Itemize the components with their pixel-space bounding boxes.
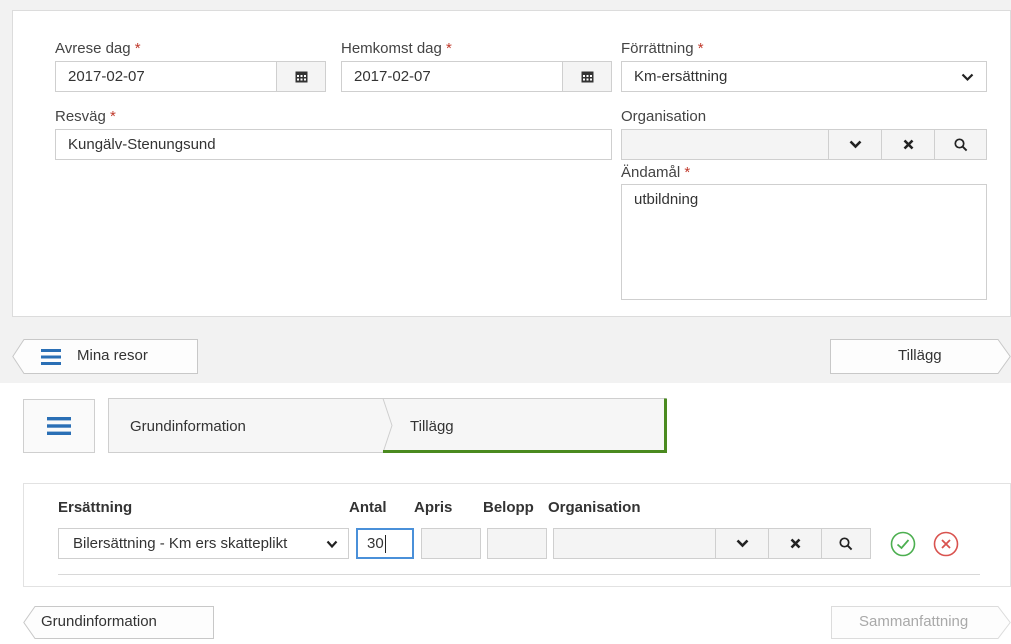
search-icon bbox=[839, 536, 853, 550]
header-compensation: Ersättning bbox=[58, 499, 133, 516]
search-icon bbox=[953, 137, 967, 151]
row-organisation-search-button[interactable] bbox=[821, 528, 871, 559]
required-marker: * bbox=[134, 40, 141, 57]
departure-date-input[interactable]: 2017-02-07 bbox=[55, 61, 277, 92]
sammanfattning-next-label: Sammanfattning bbox=[859, 613, 969, 630]
calendar-icon bbox=[295, 71, 307, 83]
header-amount: Belopp bbox=[483, 499, 534, 516]
required-marker: * bbox=[697, 40, 704, 57]
wizard-menu-button[interactable] bbox=[23, 399, 95, 453]
return-calendar-button[interactable] bbox=[562, 61, 612, 92]
cancel-circle-icon[interactable] bbox=[933, 531, 959, 557]
wizard-step-tillagg[interactable]: Tillägg bbox=[410, 418, 454, 435]
chevron-down-icon bbox=[326, 540, 338, 549]
return-date-input[interactable]: 2017-02-07 bbox=[341, 61, 563, 92]
departure-calendar-button[interactable] bbox=[276, 61, 326, 92]
route-input[interactable]: Kungälv-Stenungsund bbox=[55, 129, 612, 160]
purpose-label: Ändamål * bbox=[621, 164, 690, 181]
errand-select-value: Km-ersättning bbox=[634, 68, 728, 85]
organisation-input[interactable] bbox=[621, 129, 829, 160]
errand-label: Förrättning * bbox=[621, 40, 704, 57]
return-label-text: Hemkomst dag bbox=[341, 40, 442, 57]
chevron-down-icon bbox=[849, 140, 861, 149]
sammanfattning-next-button[interactable]: Sammanfattning bbox=[831, 606, 1011, 639]
quantity-input[interactable]: 30 bbox=[356, 528, 414, 559]
route-label: Resväg * bbox=[55, 108, 116, 125]
quantity-value: 30 bbox=[367, 535, 384, 552]
row-divider bbox=[58, 574, 980, 575]
menu-icon bbox=[41, 349, 61, 365]
mina-resor-label: Mina resor bbox=[77, 347, 148, 364]
organisation-label-text: Organisation bbox=[621, 108, 707, 125]
departure-label: Avrese dag * bbox=[55, 40, 141, 57]
chevron-down-icon bbox=[961, 73, 974, 82]
organisation-label: Organisation bbox=[621, 108, 706, 125]
row-organisation-dropdown-button[interactable] bbox=[715, 528, 769, 559]
organisation-clear-button[interactable] bbox=[881, 129, 935, 160]
return-label: Hemkomst dag * bbox=[341, 40, 452, 57]
row-organisation-input[interactable] bbox=[553, 528, 716, 559]
header-organisation: Organisation bbox=[548, 499, 641, 516]
purpose-textarea[interactable]: utbildning bbox=[621, 184, 987, 300]
organisation-dropdown-button[interactable] bbox=[828, 129, 882, 160]
route-label-text: Resväg bbox=[55, 108, 106, 125]
header-quantity: Antal bbox=[349, 499, 387, 516]
amount-input[interactable] bbox=[487, 528, 547, 559]
errand-label-text: Förrättning bbox=[621, 40, 694, 57]
return-date-value: 2017-02-07 bbox=[354, 68, 431, 85]
route-value: Kungälv-Stenungsund bbox=[68, 136, 216, 153]
required-marker: * bbox=[446, 40, 452, 57]
header-unit-price: Apris bbox=[414, 499, 453, 516]
organisation-search-button[interactable] bbox=[934, 129, 987, 160]
clear-icon bbox=[790, 538, 800, 549]
errand-select[interactable]: Km-ersättning bbox=[621, 61, 987, 92]
wizard-step-grundinformation[interactable]: Grundinformation bbox=[130, 418, 246, 435]
required-marker: * bbox=[684, 164, 691, 181]
check-circle-icon[interactable] bbox=[890, 531, 916, 557]
menu-icon bbox=[47, 417, 71, 435]
purpose-label-text: Ändamål bbox=[621, 164, 681, 181]
compensation-select[interactable]: Bilersättning - Km ers skatteplikt bbox=[58, 528, 349, 559]
purpose-value: utbildning bbox=[634, 191, 699, 208]
required-marker: * bbox=[110, 108, 116, 125]
grundinformation-back-button[interactable]: Grundinformation bbox=[23, 606, 214, 639]
departure-label-text: Avrese dag bbox=[55, 40, 131, 57]
clear-icon bbox=[903, 139, 913, 150]
tillagg-next-button[interactable]: Tillägg bbox=[830, 339, 1011, 374]
departure-date-value: 2017-02-07 bbox=[68, 68, 145, 85]
compensation-value: Bilersättning - Km ers skatteplikt bbox=[73, 535, 288, 552]
tillagg-next-label: Tillägg bbox=[898, 347, 942, 364]
text-caret bbox=[384, 535, 386, 554]
grundinformation-back-label: Grundinformation bbox=[41, 613, 157, 630]
row-organisation-clear-button[interactable] bbox=[768, 528, 822, 559]
mina-resor-button[interactable]: Mina resor bbox=[12, 339, 198, 374]
unit-price-input[interactable] bbox=[421, 528, 481, 559]
calendar-icon bbox=[581, 71, 593, 83]
chevron-down-icon bbox=[736, 539, 748, 548]
